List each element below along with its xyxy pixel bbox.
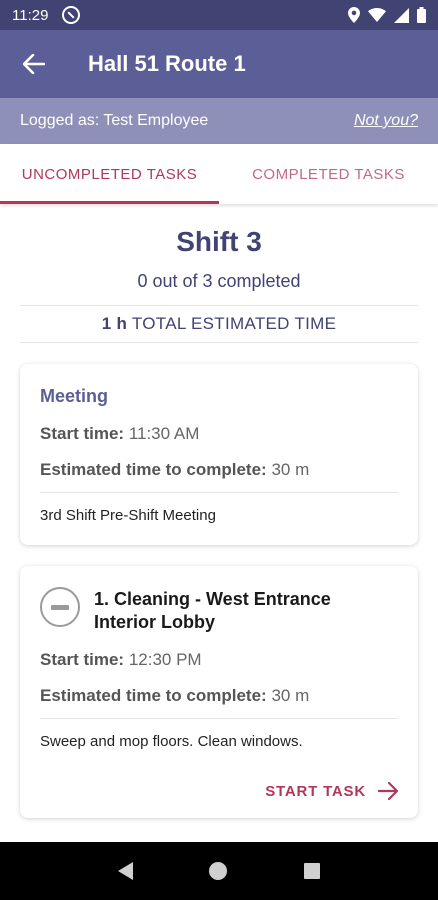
start-time-value: 11:30 AM <box>128 424 200 443</box>
login-strip: Logged as: Test Employee Not you? <box>0 98 438 144</box>
start-time-row: Start time: 12:30 PM <box>40 650 202 670</box>
task-card-meeting[interactable]: Meeting Start time: 11:30 AM Estimated t… <box>20 364 418 545</box>
do-not-disturb-icon <box>62 6 81 24</box>
task-card-cleaning[interactable]: 1. Cleaning - West Entrance Interior Lob… <box>20 566 418 818</box>
task-type: Meeting <box>40 386 109 406</box>
start-time-label: Start time: <box>40 424 125 443</box>
task-description: Sweep and mop floors. Clean windows. <box>40 733 303 750</box>
estimate-label: Estimated time to complete: <box>40 460 267 479</box>
back-button[interactable] <box>0 30 68 98</box>
status-icons <box>348 7 426 23</box>
card-divider <box>40 492 398 493</box>
progress-text: 0 out of 3 completed <box>137 271 301 291</box>
battery-icon <box>417 7 426 23</box>
estimate-row: Estimated time to complete: 30 m <box>40 460 309 480</box>
task-title: 1. Cleaning - West Entrance Interior Lob… <box>94 589 331 632</box>
not-you-link[interactable]: Not you? <box>354 112 418 130</box>
app-bar: Hall 51 Route 1 <box>0 30 438 98</box>
divider <box>20 305 418 306</box>
start-time-label: Start time: <box>40 650 125 669</box>
shift-title: Shift 3 <box>176 226 262 257</box>
estimate-value: 30 m <box>271 460 310 479</box>
status-bar: 11:29 <box>0 0 438 30</box>
tab-uncompleted-tasks[interactable]: UNCOMPLETED TASKS <box>0 144 219 204</box>
task-description: 3rd Shift Pre-Shift Meeting <box>40 507 216 524</box>
nav-home-icon[interactable] <box>209 862 228 880</box>
arrow-right-icon <box>378 782 398 800</box>
nav-recents-icon[interactable] <box>303 863 320 879</box>
estimate-label: Estimated time to complete: <box>40 686 267 705</box>
total-time-value: 1 h <box>101 314 128 333</box>
logged-as-label: Logged as: Test Employee <box>20 112 209 129</box>
tab-bar: UNCOMPLETED TASKS COMPLETED TASKS <box>0 144 438 204</box>
start-task-button[interactable]: START TASK <box>265 782 398 800</box>
estimate-row: Estimated time to complete: 30 m <box>40 686 309 706</box>
total-time-label: TOTAL ESTIMATED TIME <box>131 314 337 333</box>
wifi-icon <box>368 8 386 22</box>
task-status-icon <box>40 587 80 627</box>
nav-back-icon[interactable] <box>118 862 134 880</box>
card-divider <box>40 718 398 719</box>
start-time-value: 12:30 PM <box>128 650 202 669</box>
tab-completed-tasks[interactable]: COMPLETED TASKS <box>219 144 438 204</box>
system-nav-bar <box>0 842 438 900</box>
start-time-row: Start time: 11:30 AM <box>40 424 199 444</box>
status-time: 11:29 <box>12 6 49 24</box>
divider <box>20 342 418 343</box>
signal-icon <box>394 7 409 23</box>
start-task-label: START TASK <box>265 782 366 800</box>
total-estimated-time: 1 h TOTAL ESTIMATED TIME <box>0 314 438 334</box>
location-icon <box>348 7 360 23</box>
page-title: Hall 51 Route 1 <box>88 51 246 76</box>
estimate-value: 30 m <box>271 686 310 705</box>
arrow-left-icon <box>23 54 45 74</box>
